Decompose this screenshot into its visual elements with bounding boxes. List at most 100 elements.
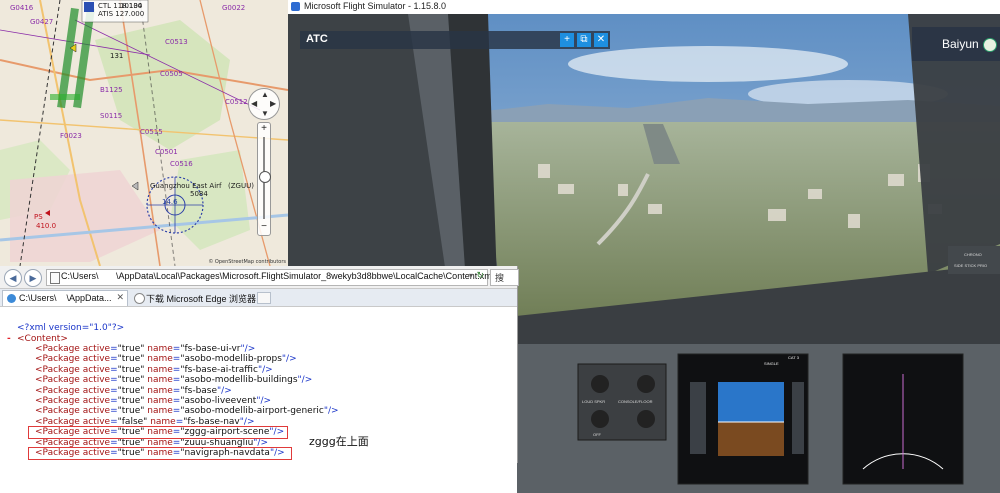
- vfr-map[interactable]: CTL 118.100 ATIS 127.000 10134 131 G0416…: [0, 0, 288, 266]
- browser-tab-bar: C:\Users\ \AppData... ✕ 下载 Microsoft Edg…: [0, 289, 517, 307]
- map-waypoint: C0515: [140, 128, 163, 136]
- package-tag: <Package: [35, 354, 83, 365]
- tab-edge-download[interactable]: 下载 Microsoft Edge 浏览器 ...: [130, 290, 266, 305]
- zoom-in-button[interactable]: +: [258, 123, 270, 135]
- ie-icon: [7, 294, 16, 303]
- browser-nav-bar: ◀ ▶ C:\Users\ \AppData\Local\Packages\Mi…: [0, 266, 519, 289]
- side-stick-label: SIDE STICK PRIO: [954, 263, 988, 268]
- package-tag: <Package: [35, 396, 83, 406]
- map-zoom-slider[interactable]: + −: [257, 122, 271, 236]
- package-tag: <Package: [35, 375, 83, 386]
- map-freq-label: 10134: [120, 2, 143, 10]
- new-tab-button[interactable]: [257, 292, 271, 304]
- tag-close: "/>: [323, 406, 339, 417]
- flightsim-app-icon: [291, 2, 300, 11]
- forward-button[interactable]: ▶: [24, 269, 42, 287]
- map-radius: 14.6: [162, 198, 178, 206]
- annotation-note: zggg在上面: [309, 435, 369, 448]
- chrono-label: CHRONO: [964, 252, 982, 257]
- tag-close: "/>: [257, 364, 273, 375]
- attr-name-value: "fs-base-ui-vr: [180, 344, 241, 354]
- attr-equals: =: [110, 354, 118, 365]
- atc-add-button[interactable]: +: [560, 33, 574, 47]
- pfd-single-label: SINGLE: [764, 361, 779, 366]
- atc-popout-button[interactable]: ⧉: [577, 33, 591, 47]
- attr-active-value: "true": [117, 364, 148, 375]
- map-waypoint: F0023: [60, 132, 82, 140]
- attr-name-name: name: [147, 364, 173, 375]
- attr-equals: =: [110, 406, 118, 417]
- loud-speaker-label: LOUD SPKR: [582, 399, 606, 404]
- map-waypoint: S0115: [100, 112, 123, 120]
- attr-name-name: name: [147, 385, 173, 396]
- map-pan-control[interactable]: ▲ ▼ ◀ ▶: [248, 88, 280, 120]
- zoom-knob[interactable]: [259, 171, 271, 183]
- map-waypoint: C0516: [170, 160, 193, 168]
- attr-equals: =: [110, 396, 118, 406]
- off-label: OFF: [593, 432, 601, 437]
- map-airport-id: (ZGUU): [228, 182, 254, 190]
- attr-equals: =: [110, 385, 118, 396]
- address-bar[interactable]: C:\Users\ \AppData\Local\Packages\Micros…: [46, 269, 494, 286]
- tab-content-xml[interactable]: C:\Users\ \AppData... ✕: [2, 290, 128, 306]
- map-waypoint: B1125: [100, 86, 123, 94]
- attr-active-name: active: [82, 385, 111, 396]
- map-apt-code: 131: [110, 52, 124, 60]
- highlight-zggg: [28, 426, 288, 439]
- refresh-icon[interactable]: ↻: [476, 270, 484, 281]
- attr-name-value: "fs-base-ai-traffic: [180, 364, 258, 375]
- attr-equals: =: [110, 344, 118, 354]
- package-line: <Package active="true" name="asobo-model…: [35, 406, 339, 416]
- attr-name-value: "fs-base: [180, 385, 218, 396]
- map-waypoint: C0513: [165, 38, 188, 46]
- attr-active-name: active: [82, 375, 111, 386]
- search-box[interactable]: 搜: [490, 269, 519, 286]
- attr-active-value: "true": [117, 406, 148, 417]
- xml-declaration: <?xml version="1.0"?>: [17, 323, 125, 333]
- atc-panel-title: ATC: [306, 33, 328, 45]
- back-button[interactable]: ◀: [4, 269, 22, 287]
- attr-active-value: "true": [117, 375, 148, 386]
- desktop-strip: [0, 463, 517, 493]
- flightsim-titlebar[interactable]: Microsoft Flight Simulator - 1.15.8.0: [288, 0, 1000, 15]
- collapse-toggle[interactable]: -: [7, 334, 11, 344]
- tag-close: "/>: [256, 396, 272, 406]
- map-credit: © OpenStreetMap contributors: [208, 259, 286, 265]
- loading-icon: [134, 293, 145, 304]
- attr-name-value: "asobo-modellib-airport-generic: [180, 406, 324, 417]
- attr-active-value: "true": [117, 396, 148, 406]
- attr-active-name: active: [82, 364, 111, 375]
- address-text: C:\Users\ \AppData\Local\Packages\Micros…: [61, 271, 494, 281]
- content-open-tag: <Content>: [17, 334, 68, 344]
- tag-close: "/>: [297, 375, 313, 386]
- atc-panel[interactable]: ATC + ⧉ ✕: [300, 31, 610, 49]
- attr-active-name: active: [82, 406, 111, 417]
- attr-name-name: name: [147, 354, 173, 365]
- map-airport-name: Guangzhou East Airf: [150, 182, 222, 190]
- map-waypoint: C0501: [155, 148, 178, 156]
- map-atis-label: ATIS 127.000: [98, 10, 145, 18]
- atc-close-button[interactable]: ✕: [594, 33, 608, 47]
- attr-active-value: "true": [117, 354, 148, 365]
- address-dropdown-icon[interactable]: ▾: [469, 271, 473, 280]
- attr-name-name: name: [147, 344, 173, 354]
- attr-active-name: active: [82, 396, 111, 406]
- attr-active-name: active: [82, 354, 111, 365]
- package-tag: <Package: [35, 406, 83, 417]
- pfd-cat-label: CAT 3: [788, 355, 799, 360]
- tab-close-icon[interactable]: ✕: [116, 292, 124, 303]
- package-tag: <Package: [35, 385, 83, 396]
- tab-title: 下载 Microsoft Edge 浏览器 ...: [146, 294, 267, 304]
- map-alt-label: 410.0: [36, 222, 57, 230]
- zoom-out-button[interactable]: −: [258, 221, 270, 233]
- map-elev: 5084: [190, 190, 208, 198]
- package-tag: <Package: [35, 344, 83, 354]
- package-line: <Package active="true" name="fs-base"/>: [35, 386, 232, 396]
- flightsim-window-title: Microsoft Flight Simulator - 1.15.8.0: [304, 1, 447, 11]
- document-icon: [50, 272, 60, 284]
- location-label: Baiyun: [942, 37, 979, 51]
- location-marker-icon: [983, 38, 997, 52]
- search-label: 搜: [495, 273, 505, 283]
- package-line: <Package active="true" name="asobo-model…: [35, 375, 312, 385]
- package-line: <Package active="true" name="fs-base-ui-…: [35, 344, 255, 354]
